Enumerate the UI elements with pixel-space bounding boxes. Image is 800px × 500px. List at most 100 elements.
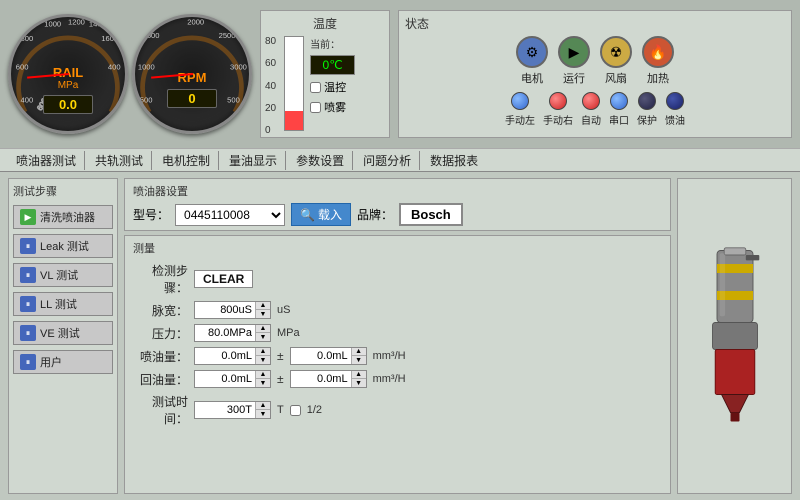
pressure-spin-down[interactable]: ▼: [256, 333, 270, 341]
temp-title: 温度: [265, 15, 385, 32]
pulse-unit: uS: [277, 304, 290, 316]
right-panel: [677, 178, 792, 494]
test-steps-title: 测试步骤: [13, 183, 113, 199]
meas-row-time: 测试时间： ▲ ▼ T 1/2: [133, 393, 662, 427]
fuel-label: 馈油: [665, 112, 685, 127]
run-label: 运行: [563, 70, 585, 86]
time-spin-up[interactable]: ▲: [256, 402, 270, 410]
return-spinbox2[interactable]: ▲ ▼: [290, 370, 367, 388]
light-fuel: 馈油: [665, 92, 685, 127]
motor-icon: ⚙: [516, 36, 548, 68]
protect-label: 保护: [637, 112, 657, 127]
half-checkbox[interactable]: [290, 405, 301, 416]
rail-value: 0.0: [43, 95, 93, 114]
clean-injector-btn[interactable]: ▶ 清洗喷油器: [13, 205, 113, 229]
time-spin-down[interactable]: ▼: [256, 410, 270, 418]
manual-left-light: [511, 92, 529, 110]
meas-row-pressure: 压力： ▲ ▼ MPa: [133, 324, 662, 342]
time-spinbox[interactable]: ▲ ▼: [194, 401, 271, 419]
user-btn[interactable]: ⏸ 用户: [13, 350, 113, 374]
spray-checkbox[interactable]: [310, 102, 321, 113]
status-fan: ☢ 风扇: [600, 36, 632, 86]
pulse-spin-up[interactable]: ▲: [256, 302, 270, 310]
return-spin-up1[interactable]: ▲: [256, 371, 270, 379]
leak-test-btn[interactable]: ⏸ Leak 测试: [13, 234, 113, 258]
temp-control-checkbox[interactable]: [310, 82, 321, 93]
half-label: 1/2: [307, 404, 322, 416]
return-label: 回油量：: [133, 371, 188, 388]
light-auto: 自动: [581, 92, 601, 127]
fuel-spin-up2[interactable]: ▲: [352, 348, 366, 356]
injector-image: [685, 246, 785, 426]
pressure-spinbox-btns: ▲ ▼: [255, 325, 270, 341]
status-panel: 状态 ⚙ 电机 ▶ 运行 ☢ 风扇 🔥 加热: [398, 10, 792, 138]
return-input2[interactable]: [291, 372, 351, 386]
fuel-spin-up1[interactable]: ▲: [256, 348, 270, 356]
injector-settings: 喷油器设置 型号： 0445110008 🔍 载入 品牌： Bosch: [124, 178, 671, 231]
return-spin-down1[interactable]: ▼: [256, 379, 270, 387]
spray-label: 喷雾: [324, 99, 346, 115]
gauge-container: 600 400 600 800 1000 1200 1400 1600 400 …: [8, 14, 252, 134]
svg-text:1200: 1200: [68, 18, 85, 27]
model-select[interactable]: 0445110008: [175, 204, 285, 226]
nav-problem-analysis[interactable]: 问题分析: [355, 151, 420, 170]
fuel-spin-down2[interactable]: ▼: [352, 356, 366, 364]
status-motor: ⚙ 电机: [516, 36, 548, 86]
ve-test-btn[interactable]: ⏸ VE 测试: [13, 321, 113, 345]
svg-text:1400: 1400: [89, 20, 106, 29]
fuel-input2[interactable]: [291, 349, 351, 363]
meas-row-return: 回油量： ▲ ▼ ± ▲ ▼ mm³/H: [133, 370, 662, 388]
temp-control-row: 温控: [310, 79, 355, 95]
svg-text:1000: 1000: [138, 62, 155, 71]
play-icon: ▶: [20, 209, 36, 225]
manual-left-label: 手动左: [505, 112, 535, 127]
fuel-qty-label: 喷油量：: [133, 348, 188, 365]
vl-test-btn[interactable]: ⏸ VL 测试: [13, 263, 113, 287]
auto-light: [582, 92, 600, 110]
auto-label: 自动: [581, 112, 601, 127]
plus-sign-1: ±: [277, 349, 284, 363]
pressure-input[interactable]: [195, 326, 255, 340]
pulse-spinbox[interactable]: ▲ ▼: [194, 301, 271, 319]
svg-text:400: 400: [108, 62, 121, 71]
nav-param-settings[interactable]: 参数设置: [288, 151, 353, 170]
temp-scale: 80 60 40 20 0: [265, 36, 278, 136]
pulse-spin-down[interactable]: ▼: [256, 310, 270, 318]
load-btn[interactable]: 🔍 载入: [291, 203, 351, 226]
return-spinbox1[interactable]: ▲ ▼: [194, 370, 271, 388]
rail-gauge: 600 400 600 800 1000 1200 1400 1600 400 …: [8, 14, 128, 134]
time-input[interactable]: [195, 403, 255, 417]
plus-sign-2: ±: [277, 372, 284, 386]
fuel-spinbox2[interactable]: ▲ ▼: [290, 347, 367, 365]
protect-light: [638, 92, 656, 110]
ll-test-btn[interactable]: ⏸ LL 测试: [13, 292, 113, 316]
nav-motor-control[interactable]: 电机控制: [154, 151, 219, 170]
fuel-input1[interactable]: [195, 349, 255, 363]
pause-icon-4: ⏸: [20, 325, 36, 341]
pulse-input[interactable]: [195, 303, 255, 317]
brand-value: Bosch: [399, 203, 463, 226]
thermo-fill: [285, 111, 303, 130]
pressure-spin-up[interactable]: ▲: [256, 325, 270, 333]
return-input1[interactable]: [195, 372, 255, 386]
meas-row-pulse: 脉宽： ▲ ▼ uS: [133, 301, 662, 319]
pause-icon-3: ⏸: [20, 296, 36, 312]
fuel-spinbox1[interactable]: ▲ ▼: [194, 347, 271, 365]
pause-icon-1: ⏸: [20, 238, 36, 254]
nav-oil-display[interactable]: 量油显示: [221, 151, 286, 170]
return-spin-down2[interactable]: ▼: [352, 379, 366, 387]
nav-injector-test[interactable]: 喷油器测试: [8, 151, 85, 170]
measurement-title: 测量: [133, 240, 662, 256]
nav-rail-test[interactable]: 共轨测试: [87, 151, 152, 170]
clear-button[interactable]: CLEAR: [194, 270, 253, 288]
nav-data-report[interactable]: 数据报表: [422, 151, 486, 170]
return-spin-up2[interactable]: ▲: [352, 371, 366, 379]
svg-text:500: 500: [227, 96, 240, 105]
temp-current-label: 当前：: [310, 36, 355, 51]
temp-panel: 温度 80 60 40 20 0 当前： 0℃ 温控: [260, 10, 390, 138]
search-icon: 🔍: [300, 208, 315, 222]
fuel-spin-down1[interactable]: ▼: [256, 356, 270, 364]
injector-settings-title: 喷油器设置: [133, 183, 662, 199]
pressure-spinbox[interactable]: ▲ ▼: [194, 324, 271, 342]
measurement-panel: 测量 检测步骤： CLEAR 脉宽： ▲ ▼ uS: [124, 235, 671, 494]
